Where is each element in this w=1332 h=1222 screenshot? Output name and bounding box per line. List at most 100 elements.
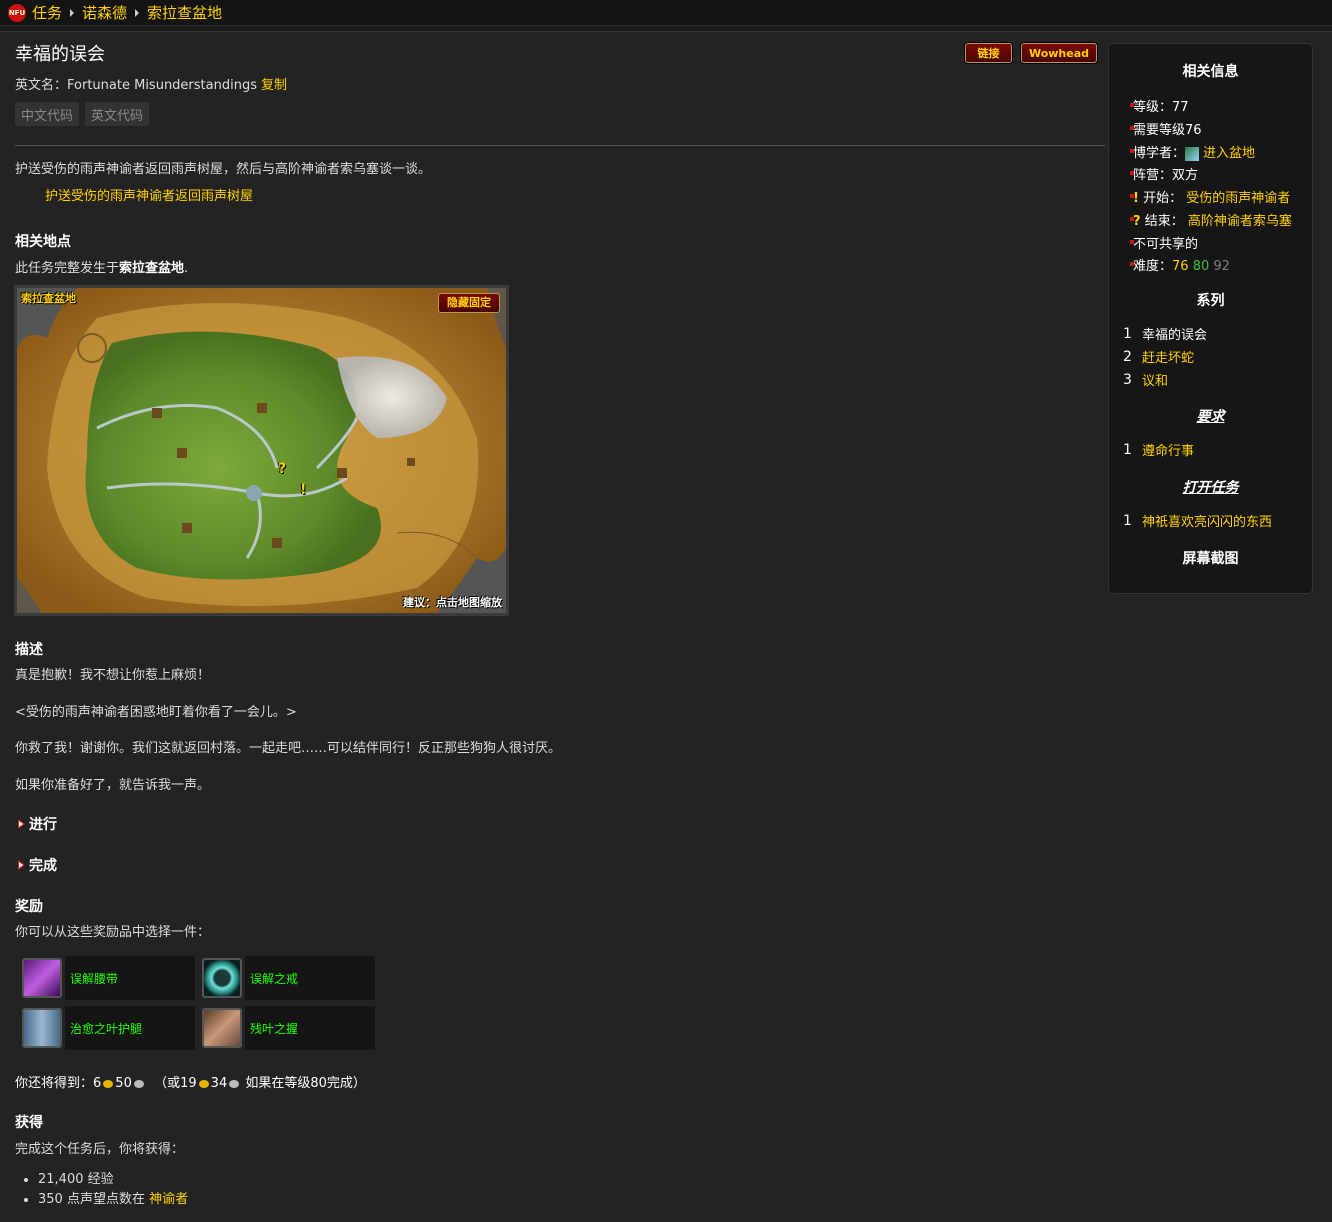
location-prefix: 此任务完整发生于 [15,261,120,276]
english-code-button[interactable]: 英文代码 [85,102,150,126]
series-heading: 系列 [1196,293,1225,309]
end-npc-link[interactable]: 高阶神谕者索乌塞 [1188,214,1292,229]
series-number: 3 [1123,372,1132,388]
description-paragraph: <受伤的雨声神谕者困惑地盯着你看了一会儿。> [15,705,297,720]
info-faction: 阵营：双方 [1129,164,1198,183]
achievement-icon [1185,146,1200,161]
series-number: 2 [1123,349,1132,365]
breadcrumb-separator-icon [70,8,75,17]
end-label: 结束： [1144,214,1184,229]
location-suffix: . [184,261,189,276]
location-heading: 相关地点 [15,234,71,250]
breadcrumb-item-quests[interactable]: 任务 [32,2,62,23]
map-hint: 建议：点击地图缩放 [403,596,502,609]
zone-map[interactable]: 索拉查盆地 隐藏固定 ? ! 建议：点击地图缩放 [14,285,509,616]
info-loremaster: 博学者： 进入盆地 [1129,142,1255,161]
info-difficulty: 难度：76 80 92 [1130,255,1230,274]
wowhead-button[interactable]: Wowhead [1021,43,1097,63]
money-prefix: 你还将得到： [15,1076,94,1091]
question-mark-icon: ? [1133,214,1141,229]
alt-gold-amount: 19 [180,1076,197,1091]
requires-item[interactable]: 遵命行事 [1142,440,1194,459]
info-start: ! 开始： 受伤的雨声神谕者 [1129,187,1290,206]
english-name: 英文名：Fortunate Misunderstandings 复制 [15,74,287,93]
link-button[interactable]: 链接 [965,43,1012,63]
reward-item[interactable]: 治愈之叶护腿 [20,1006,195,1050]
screenshots-heading: 屏幕截图 [1182,551,1239,567]
opens-item[interactable]: 神祇喜欢亮闪闪的东西 [1142,511,1272,530]
quest-end-marker-icon[interactable]: ? [278,461,286,477]
loremaster-link[interactable]: 进入盆地 [1203,146,1255,161]
breadcrumb-item-northrend[interactable]: 诺森德 [82,2,127,23]
gains-list: 21,400 经验 350 点声望点数在 神谕者 [24,1170,188,1210]
difficulty-green: 80 [1192,259,1210,274]
location-text: 此任务完整发生于索拉查盆地. [15,257,188,276]
opens-number: 1 [1123,513,1132,529]
divider [15,145,1105,146]
start-npc-link[interactable]: 受伤的雨声神谕者 [1186,191,1290,206]
reward-item-name: 治愈之叶护腿 [65,1006,195,1050]
expand-arrow-icon [18,860,25,870]
quest-objective: 护送受伤的雨声神谕者返回雨声树屋，然后与高阶神谕者索乌塞谈一谈。 [15,162,432,177]
series-item[interactable]: 赶走坏蛇 [1142,347,1194,366]
exclamation-icon: ! [1133,191,1139,206]
copy-link[interactable]: 复制 [261,78,287,93]
breadcrumb-item-zone[interactable]: 索拉查盆地 [147,2,222,23]
info-end: ? 结束： 高阶神谕者索乌塞 [1130,210,1292,229]
alt-suffix: 如果在等级80完成） [245,1076,366,1091]
hide-pins-button[interactable]: 隐藏固定 [438,293,500,313]
objective-item: 护送受伤的雨声神谕者返回雨声树屋 [45,189,254,204]
money-reward: 你还将得到：6 50 （或19 34 如果在等级80完成） [15,1072,366,1091]
page-title: 幸福的误会 [15,44,105,65]
reward-item[interactable]: 误解腰带 [20,956,195,1000]
info-not-shareable: 不可共享的 [1129,233,1198,252]
requires-number: 1 [1123,442,1132,458]
progress-label: 进行 [29,817,57,833]
loremaster-label: 博学者： [1133,146,1186,161]
breadcrumb-separator-icon [135,8,140,17]
description-paragraph: 真是抱歉！我不想让你惹上麻烦！ [15,668,211,683]
xp-gain: 21,400 经验 [38,1170,188,1190]
reward-item[interactable]: 误解之戒 [200,956,375,1000]
gains-text: 完成这个任务后，你将获得： [15,1142,185,1157]
sidebar-heading: 相关信息 [1182,64,1239,80]
info-req-level: 需要等级76 [1130,119,1202,138]
map-image [17,288,506,613]
gold-coin-icon [103,1079,114,1088]
rewards-choose-text: 你可以从这些奖励品中选择一件： [15,925,211,940]
progress-toggle[interactable]: 进行 [18,814,57,834]
gold-amount: 6 [93,1076,102,1091]
quest-start-marker-icon[interactable]: ! [300,482,306,498]
requires-heading: 要求 [1196,409,1225,425]
reward-item-name: 误解腰带 [65,956,195,1000]
site-logo-icon[interactable]: NFU [8,3,26,22]
map-zone-label: 索拉查盆地 [21,292,76,305]
gains-heading: 获得 [15,1115,43,1131]
english-name-label: 英文名： [15,78,68,93]
series-number: 1 [1123,326,1132,342]
rewards-heading: 奖励 [15,899,43,915]
related-info-sidebar: 相关信息 等级：77 需要等级76 博学者： 进入盆地 阵营：双方 ! 开始： 受… [1108,43,1313,594]
description-paragraph: 如果你准备好了，就告诉我一声。 [15,778,211,793]
expand-arrow-icon [18,819,25,829]
rep-faction-link[interactable]: 神谕者 [149,1192,188,1207]
opens-heading: 打开任务 [1182,480,1239,496]
belt-icon [22,958,62,998]
gold-coin-icon [198,1079,209,1088]
silver-amount: 50 [115,1076,132,1091]
english-name-value: Fortunate Misunderstandings [67,78,257,93]
reward-item-name: 残叶之握 [245,1006,375,1050]
complete-toggle[interactable]: 完成 [18,855,57,875]
description-paragraph: 你救了我！谢谢你。我们这就返回村落。一起走吧……可以结伴同行！反正那些狗狗人很讨… [15,741,562,756]
difficulty-label: 难度： [1133,259,1173,274]
difficulty-grey: 92 [1213,259,1230,274]
reward-item[interactable]: 残叶之握 [200,1006,375,1050]
alt-prefix: （或 [154,1076,181,1091]
series-item[interactable]: 议和 [1142,370,1168,389]
silver-coin-icon [229,1079,240,1088]
difficulty-yellow: 76 [1172,259,1189,274]
start-label: 开始： [1143,191,1183,206]
chinese-code-button[interactable]: 中文代码 [15,102,80,126]
silver-coin-icon [133,1079,144,1088]
complete-label: 完成 [29,858,57,874]
